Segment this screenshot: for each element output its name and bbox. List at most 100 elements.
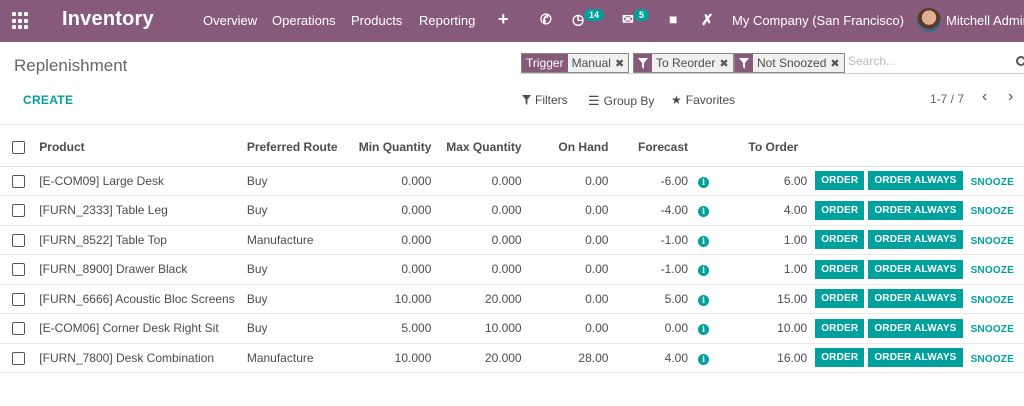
max-quantity-cell[interactable]: 20.000 (435, 284, 526, 314)
to-order-cell[interactable]: 1.00 (718, 225, 814, 255)
select-all-checkbox[interactable] (12, 140, 25, 154)
max-quantity-cell[interactable]: 20.000 (435, 343, 526, 373)
table-row[interactable]: [E-COM09] Large Desk Buy 0.000 0.000 0.00 -6.… (0, 166, 1024, 196)
product-cell[interactable]: [FURN_2333] Table Leg (35, 195, 243, 226)
to-order-cell[interactable]: 1.00 (718, 254, 814, 285)
table-row[interactable]: [FURN_2333] Table Leg Buy 0.000 0.000 0.00 -4… (0, 195, 1024, 226)
product-cell[interactable]: [FURN_7800] Desk Combination (35, 343, 243, 373)
menu-operations[interactable]: Operations (272, 13, 336, 28)
table-row[interactable]: [FURN_8522] Table Top Manufacture 0.000 0.0… (0, 225, 1024, 255)
order-always-button[interactable]: ORDER ALWAYS (868, 348, 963, 368)
groupby-dropdown[interactable]: ☰ Group By (588, 93, 654, 109)
order-always-button[interactable]: ORDER ALWAYS (868, 171, 963, 191)
table-row[interactable]: [FURN_7800] Desk Combination Manufacture 1… (0, 343, 1024, 373)
route-cell[interactable]: Buy (242, 195, 348, 226)
order-always-button[interactable]: ORDER ALWAYS (868, 230, 963, 250)
company-switcher[interactable]: My Company (San Francisco) (732, 13, 904, 28)
snooze-button[interactable]: SNOOZE (971, 295, 1014, 306)
column-header-to-order[interactable]: To Order (718, 128, 814, 167)
route-cell[interactable]: Buy (242, 166, 348, 196)
row-checkbox[interactable] (12, 263, 25, 277)
debug-tools-icon[interactable]: ✗ (701, 11, 714, 29)
min-quantity-cell[interactable]: 0.000 (347, 195, 436, 226)
product-cell[interactable]: [FURN_8900] Drawer Black (35, 254, 243, 285)
max-quantity-cell[interactable]: 0.000 (435, 254, 526, 285)
snooze-button[interactable]: SNOOZE (971, 324, 1014, 335)
row-checkbox[interactable] (12, 322, 25, 336)
forecast-info-icon[interactable]: i (698, 324, 710, 336)
min-quantity-cell[interactable]: 5.000 (347, 313, 436, 344)
forecast-info-icon[interactable]: i (698, 353, 710, 365)
product-cell[interactable]: [FURN_8522] Table Top (35, 225, 243, 255)
table-row[interactable]: [FURN_8900] Drawer Black Buy 0.000 0.000 0.0… (0, 254, 1024, 285)
column-header-forecast[interactable]: Forecast (612, 128, 693, 167)
app-title[interactable]: Inventory (62, 8, 154, 31)
column-header-min-quantity[interactable]: Min Quantity (347, 128, 436, 167)
snooze-button[interactable]: SNOOZE (971, 206, 1014, 217)
row-checkbox[interactable] (12, 292, 25, 306)
apps-menu-icon[interactable] (12, 12, 30, 30)
forecast-info-icon[interactable]: i (698, 206, 710, 218)
phone-icon[interactable]: ✆ (540, 11, 552, 28)
order-button[interactable]: ORDER (815, 289, 865, 309)
remove-facet-icon[interactable]: ✖ (719, 57, 728, 70)
snooze-button[interactable]: SNOOZE (971, 177, 1014, 188)
route-cell[interactable]: Manufacture (242, 225, 348, 255)
forecast-info-icon[interactable]: i (698, 294, 710, 306)
to-order-cell[interactable]: 6.00 (718, 166, 814, 196)
min-quantity-cell[interactable]: 10.000 (347, 284, 436, 314)
product-cell[interactable]: [FURN_6666] Acoustic Bloc Screens (35, 284, 243, 314)
row-checkbox[interactable] (12, 174, 25, 188)
max-quantity-cell[interactable]: 0.000 (435, 195, 526, 226)
max-quantity-cell[interactable]: 0.000 (435, 166, 526, 196)
snooze-button[interactable]: SNOOZE (971, 354, 1014, 365)
menu-overview[interactable]: Overview (203, 13, 257, 28)
forecast-info-icon[interactable]: i (698, 265, 710, 277)
route-cell[interactable]: Buy (242, 313, 348, 344)
pager-value[interactable]: 1-7 / 7 (930, 92, 964, 106)
messages-icon[interactable]: ✉ (622, 11, 634, 28)
order-always-button[interactable]: ORDER ALWAYS (868, 200, 963, 220)
column-header-route[interactable]: Preferred Route (242, 128, 348, 167)
order-button[interactable]: ORDER (815, 318, 865, 338)
order-always-button[interactable]: ORDER ALWAYS (868, 259, 963, 279)
forecast-info-icon[interactable]: i (698, 235, 710, 247)
pager-previous-icon[interactable]: ‹ (982, 88, 987, 106)
table-row[interactable]: [FURN_6666] Acoustic Bloc Screens Buy 10.0… (0, 284, 1024, 314)
pager-next-icon[interactable]: › (1008, 88, 1013, 106)
product-cell[interactable]: [E-COM09] Large Desk (35, 166, 243, 196)
order-always-button[interactable]: ORDER ALWAYS (868, 289, 963, 309)
search-input[interactable] (848, 54, 1008, 68)
user-avatar[interactable] (917, 8, 941, 32)
min-quantity-cell[interactable]: 10.000 (347, 343, 436, 373)
user-menu[interactable]: Mitchell Admin (946, 13, 1024, 28)
route-cell[interactable]: Manufacture (242, 343, 348, 373)
column-header-on-hand[interactable]: On Hand (525, 128, 613, 167)
filters-dropdown[interactable]: Filters (522, 93, 568, 107)
snooze-button[interactable]: SNOOZE (971, 265, 1014, 276)
menu-reporting[interactable]: Reporting (419, 13, 475, 28)
row-checkbox[interactable] (12, 204, 25, 218)
route-cell[interactable]: Buy (242, 284, 348, 314)
min-quantity-cell[interactable]: 0.000 (347, 225, 436, 255)
min-quantity-cell[interactable]: 0.000 (347, 254, 436, 285)
menu-products[interactable]: Products (351, 13, 402, 28)
gift-icon[interactable]: ■ (669, 11, 677, 27)
order-button[interactable]: ORDER (815, 259, 865, 279)
search-icon[interactable] (1016, 56, 1024, 66)
forecast-info-icon[interactable]: i (698, 176, 710, 188)
order-button[interactable]: ORDER (815, 171, 865, 191)
order-button[interactable]: ORDER (815, 200, 865, 220)
to-order-cell[interactable]: 16.00 (718, 343, 814, 373)
snooze-button[interactable]: SNOOZE (971, 236, 1014, 247)
max-quantity-cell[interactable]: 10.000 (435, 313, 526, 344)
row-checkbox[interactable] (12, 233, 25, 247)
max-quantity-cell[interactable]: 0.000 (435, 225, 526, 255)
table-row[interactable]: [E-COM06] Corner Desk Right Sit Buy 5.000 1… (0, 313, 1024, 344)
activity-clock-icon[interactable]: ◷ (572, 11, 584, 28)
remove-facet-icon[interactable]: ✖ (615, 57, 624, 70)
order-button[interactable]: ORDER (815, 230, 865, 250)
row-checkbox[interactable] (12, 351, 25, 365)
min-quantity-cell[interactable]: 0.000 (347, 166, 436, 196)
column-header-max-quantity[interactable]: Max Quantity (435, 128, 526, 167)
